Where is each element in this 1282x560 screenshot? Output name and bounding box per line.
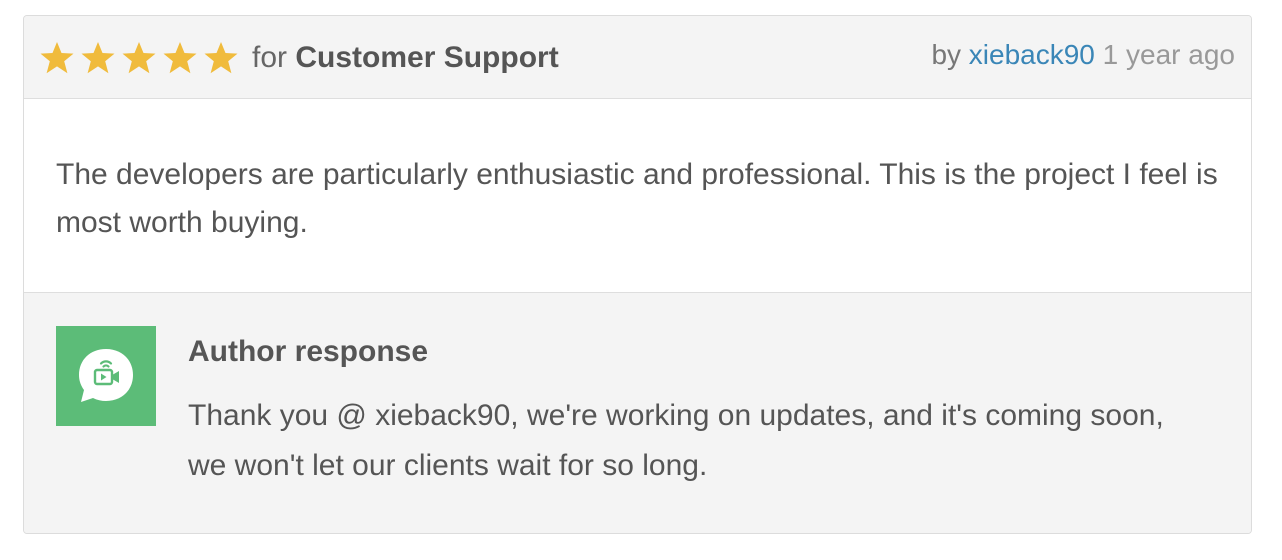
for-prefix: for: [252, 41, 288, 74]
star-icon: [203, 41, 239, 75]
author-avatar: [56, 326, 156, 426]
review-body: The developers are particularly enthusia…: [56, 158, 1218, 239]
response-text: Thank you @ xieback90, we're working on …: [188, 399, 1164, 482]
review-category-line: for Customer Support: [252, 38, 559, 78]
star-rating: [39, 41, 239, 75]
review-author-link[interactable]: xieback90: [969, 39, 1095, 70]
by-prefix: by: [931, 39, 962, 70]
star-icon: [39, 41, 75, 75]
star-icon: [121, 41, 157, 75]
video-chat-bubble-icon: [79, 349, 133, 402]
review-timestamp: 1 year ago: [1102, 39, 1235, 70]
review-category: Customer Support: [295, 41, 559, 74]
author-response-section: Author response Thank you @ xieback90, w…: [24, 292, 1251, 533]
review-card: for Customer Support by xieback90 1 year…: [23, 15, 1252, 534]
star-icon: [80, 41, 116, 75]
response-title: Author response: [188, 335, 429, 368]
review-header: for Customer Support by xieback90 1 year…: [24, 16, 1251, 99]
star-icon: [162, 41, 198, 75]
review-meta: by xieback90 1 year ago: [931, 37, 1235, 73]
